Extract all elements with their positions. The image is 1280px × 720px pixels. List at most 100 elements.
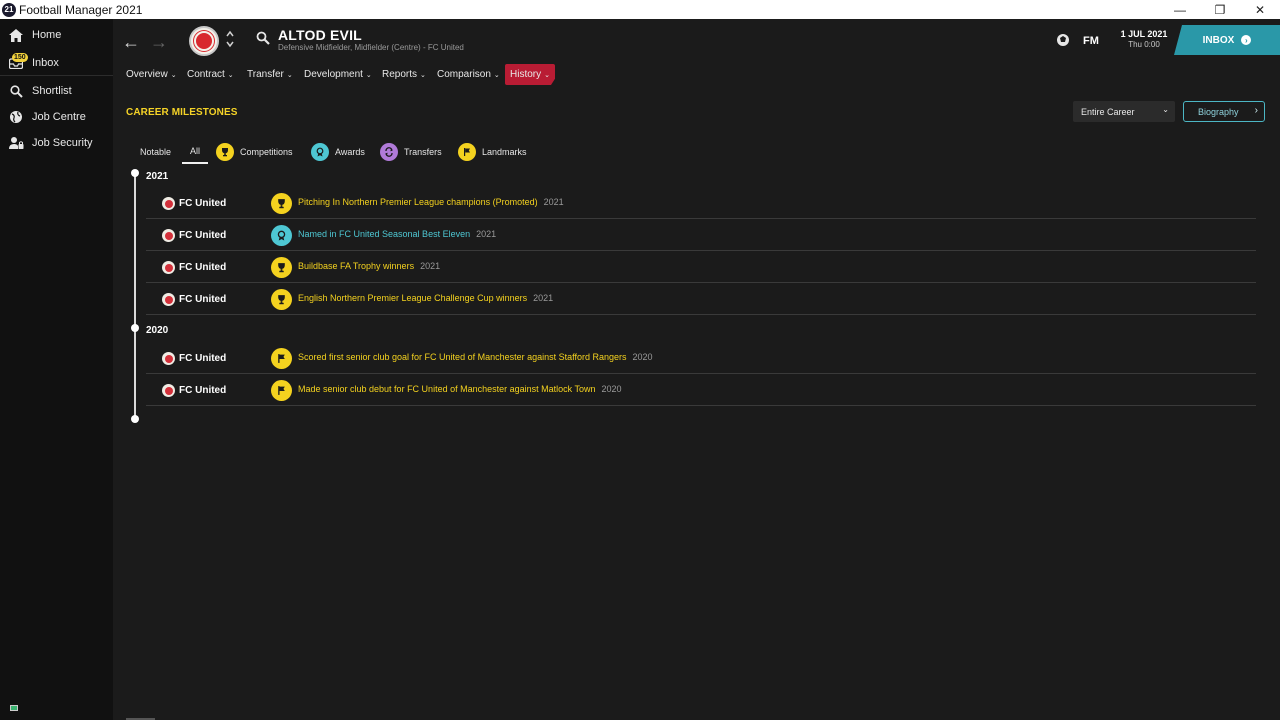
window-controls: — ❐ ✕ [1160,0,1280,19]
top-header: ← → ALTOD EVIL Defensive Midfielder, Mid… [113,19,1280,64]
year-heading: 2021 [146,171,169,182]
trophy-icon [271,193,292,214]
milestone-year: 2021 [533,293,554,303]
club-crest-icon [162,229,175,242]
biography-button[interactable]: Biography › [1183,101,1265,122]
trophy-icon [271,289,292,310]
flag-icon [271,348,292,369]
filter-label: Landmarks [482,147,527,157]
menu-comparison[interactable]: Comparison ⌄ [432,64,505,85]
minimize-button[interactable]: — [1160,0,1200,19]
transfer-icon [380,143,398,161]
milestone-row[interactable]: FC United Made senior club debut for FC … [146,374,1256,406]
status-indicator[interactable] [10,705,18,711]
club-name[interactable]: FC United [179,198,226,209]
milestone-description[interactable]: English Northern Premier League Challeng… [298,293,527,303]
player-positions: Defensive Midfielder, Midfielder (Centre… [278,43,464,52]
milestone-text: Named in FC United Seasonal Best Eleven 2… [298,229,496,239]
biography-label: Biography [1198,106,1239,117]
inbox-button-label: INBOX [1202,34,1235,46]
filter-label: All [190,146,201,156]
chevron-right-icon: › [1254,105,1258,116]
sidebar-item-job-centre[interactable]: Job Centre [0,104,113,130]
menu-overview[interactable]: Overview ⌄ [121,64,182,85]
filter-transfers[interactable]: Transfers [380,140,442,164]
sidebar: Home Inbox 150 Shortlist Job Centre Job … [0,19,113,720]
filter-all[interactable]: All [182,140,209,164]
milestone-year: 2020 [601,384,622,394]
sidebar-item-label: Job Security [32,137,93,149]
club-name[interactable]: FC United [179,294,226,305]
filter-notable[interactable]: Notable [140,140,171,164]
inbox-continue-button[interactable]: INBOX › [1174,25,1280,55]
milestone-row[interactable]: FC United English Northern Premier Leagu… [146,283,1256,315]
sidebar-item-job-security[interactable]: Job Security [0,130,113,156]
globe-icon [8,109,24,125]
game-day-time: Thu 0:00 [1128,40,1160,49]
player-switch-arrows[interactable] [226,30,234,50]
milestone-year: 2020 [632,352,653,362]
club-name[interactable]: FC United [179,353,226,364]
menu-label: Development [304,69,363,80]
milestone-row[interactable]: FC United Scored first senior club goal … [146,342,1256,374]
club-crest[interactable] [189,26,219,56]
club-name[interactable]: FC United [179,230,226,241]
filter-label: Notable [140,147,172,157]
sidebar-item-label: Home [32,29,62,41]
back-button[interactable]: ← [122,32,140,53]
filter-awards[interactable]: Awards [311,140,365,164]
club-crest-icon [162,197,175,210]
filter-competitions[interactable]: Competitions [216,140,293,164]
club-name[interactable]: FC United [179,385,226,396]
menu-label: Comparison [437,69,491,80]
milestone-description[interactable]: Made senior club debut for FC United of … [298,384,595,394]
club-crest-icon [162,384,175,397]
year-heading: 2020 [146,325,169,336]
menu-contract[interactable]: Contract ⌄ [182,64,239,85]
game-date[interactable]: 1 JUL 2021 [1113,29,1175,39]
football-icon[interactable] [1056,33,1070,50]
page-title: CAREER MILESTONES [126,107,238,118]
club-crest-icon [162,352,175,365]
menu-label: Transfer [247,69,284,80]
filter-label: Transfers [404,147,442,157]
player-search-icon[interactable] [256,31,270,48]
club-name[interactable]: FC United [179,262,226,273]
milestone-row[interactable]: FC United Pitching In Northern Premier L… [146,187,1256,219]
flag-icon [458,143,476,161]
chevron-down-icon: ⌄ [365,71,372,79]
menu-development[interactable]: Development ⌄ [299,64,377,85]
menu-reports[interactable]: Reports ⌄ [377,64,431,85]
milestone-text: Scored first senior club goal for FC Uni… [298,352,653,362]
milestone-description[interactable]: Pitching In Northern Premier League cham… [298,197,538,207]
forward-button[interactable]: → [150,32,168,53]
chevron-down-icon: ⌄ [286,71,293,79]
milestone-row[interactable]: FC United Buildbase FA Trophy winners 202… [146,251,1256,283]
sidebar-divider [0,75,113,76]
sidebar-item-label: Shortlist [32,85,72,97]
window-titlebar: 21 Football Manager 2021 — ❐ ✕ [0,0,1280,19]
trophy-icon [216,143,234,161]
menu-history[interactable]: History ⌄ [505,64,555,85]
restore-button[interactable]: ❐ [1200,0,1240,19]
close-button[interactable]: ✕ [1240,0,1280,19]
career-scope-value: Entire Career [1081,106,1135,117]
milestone-description[interactable]: Named in FC United Seasonal Best Eleven [298,229,470,239]
milestone-row[interactable]: FC United Named in FC United Seasonal Be… [146,219,1256,251]
filter-landmarks[interactable]: Landmarks [458,140,527,164]
flag-icon [271,380,292,401]
chevron-down-icon: ⌄ [170,71,177,79]
sidebar-item-shortlist[interactable]: Shortlist [0,78,113,104]
milestone-description[interactable]: Scored first senior club goal for FC Uni… [298,352,627,362]
timeline-dot [131,415,139,423]
milestone-description[interactable]: Buildbase FA Trophy winners [298,261,414,271]
career-scope-select[interactable]: Entire Career ⌄ [1073,101,1175,122]
milestone-text: English Northern Premier League Challeng… [298,293,553,303]
chevron-down-icon: ⌄ [227,71,234,79]
chevron-down-icon: ⌄ [493,71,500,79]
menu-transfer[interactable]: Transfer ⌄ [242,64,298,85]
timeline-line [134,172,136,419]
sidebar-item-home[interactable]: Home [0,22,113,48]
fm-menu-button[interactable]: FM [1083,35,1099,47]
menu-label: History [510,69,542,80]
